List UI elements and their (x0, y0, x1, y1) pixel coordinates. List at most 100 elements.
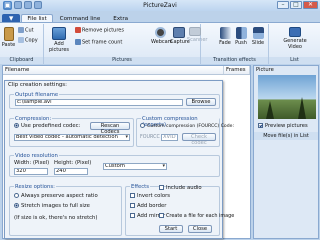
preview-pictures-checkbox[interactable]: Preview pictures (258, 122, 318, 130)
push-icon (235, 27, 247, 39)
copy-label: Copy (25, 37, 38, 44)
radio-icon (14, 203, 19, 208)
window-controls: – □ ✕ (277, 1, 318, 10)
video-resolution-group: Video resolution Width: (Pixel) Height: … (9, 153, 220, 177)
remove-pictures-button[interactable]: Remove pictures (75, 27, 124, 34)
radio-icon (14, 193, 19, 198)
webcam-icon (154, 27, 166, 38)
film-icon (289, 27, 301, 37)
radio-icon (140, 123, 145, 128)
push-button[interactable]: Push (234, 27, 248, 46)
checkbox-icon (130, 193, 135, 198)
push-label: Push (235, 40, 247, 46)
clipboard-icon (3, 27, 14, 41)
compression-title: Compression: (14, 116, 53, 122)
add-pictures-label: Add pictures (48, 41, 70, 53)
list-group-label: List (269, 57, 320, 64)
preserve-aspect-radio[interactable]: Always preserve aspect ratio (14, 193, 98, 199)
add-pictures-icon (52, 27, 66, 40)
preview-image (258, 75, 316, 119)
checkbox-icon (159, 213, 164, 218)
dialog-title: Clip creation settings: (8, 82, 67, 88)
minimize-icon[interactable]: – (277, 1, 289, 9)
clip-settings-dialog: Clip creation settings: Output filename … (4, 80, 234, 239)
cut-button[interactable]: Cut (18, 27, 34, 34)
height-label: Height: (Pixel) (54, 160, 92, 166)
file-each-image-label: Create a file for each image (166, 213, 235, 219)
remove-icon (75, 27, 81, 33)
transition-effects-group: Fade Push Slide Transition effects (201, 24, 269, 64)
include-audio-checkbox[interactable]: Include audio (159, 185, 202, 191)
move-files-label: Move file(s) in List (254, 132, 318, 140)
paste-button[interactable]: Paste (1, 27, 16, 48)
resolution-preset-select[interactable]: Custom (103, 163, 167, 170)
scissors-icon (18, 27, 24, 33)
rescan-codecs-button[interactable]: Rescan Codecs (90, 122, 130, 135)
clipboard-group: Paste Cut Copy Clipboard (0, 24, 44, 64)
radio-icon (14, 123, 19, 128)
output-filename-group: Output filename c:\sample.avi Browse (9, 92, 220, 109)
height-input[interactable]: 240 (54, 168, 88, 175)
invert-colors-label: Invert colors (137, 193, 171, 199)
tree-shape (266, 101, 274, 119)
pictures-group: Add pictures Remove pictures Set frame c… (44, 24, 207, 64)
frame-count-icon (75, 39, 81, 45)
capture-button[interactable]: Capture (170, 27, 190, 45)
transition-effects-group-label: Transition effects (201, 57, 268, 64)
custom-compression-radio[interactable]: Custom compression (FOURCC) Code: (140, 123, 234, 130)
compression-group: Compression: Use predefined codec: Resca… (9, 116, 134, 147)
output-filename-title: Output filename (14, 92, 60, 98)
checkbox-icon (130, 203, 135, 208)
check-codec-button[interactable]: Check codec (182, 133, 216, 146)
use-predefined-radio[interactable]: Use predefined codec: (14, 123, 80, 129)
checkbox-icon (130, 213, 135, 218)
fade-icon (219, 27, 231, 39)
scanner-icon (189, 27, 201, 36)
effects-group: Effects Invert colors Add border Add mir… (125, 184, 234, 236)
set-frame-count-button[interactable]: Set frame count (75, 39, 122, 46)
set-frame-count-label: Set frame count (82, 39, 123, 46)
custom-compression-label: Custom compression (FOURCC) Code: (147, 124, 234, 129)
fourcc-input[interactable]: XVID (161, 134, 178, 141)
picture-panel: Picture Preview pictures Move file(s) in… (253, 65, 319, 239)
start-button[interactable]: Start (159, 225, 183, 233)
add-border-label: Add border (137, 203, 167, 209)
generate-video-button[interactable]: Generate Video (281, 27, 309, 50)
close-button[interactable]: Close (188, 225, 212, 233)
codec-select[interactable]: Best video codec - automatic detection (14, 134, 130, 141)
paste-label: Paste (1, 42, 16, 48)
checkbox-icon (258, 123, 263, 128)
invert-colors-checkbox[interactable]: Invert colors (130, 193, 170, 199)
preserve-aspect-label: Always preserve aspect ratio (21, 193, 98, 199)
file-list-header: Filename Frames (3, 66, 250, 75)
output-filename-input[interactable]: c:\sample.avi (15, 99, 183, 106)
picture-label: Picture (256, 67, 274, 73)
cut-label: Cut (25, 27, 34, 34)
file-each-image-checkbox[interactable]: Create a file for each image (159, 213, 234, 219)
webcam-button[interactable]: Webcam (151, 27, 173, 45)
resize-options-group: Resize options: Always preserve aspect r… (9, 184, 122, 236)
maximize-icon[interactable]: □ (290, 1, 302, 9)
list-group: Generate Video List (269, 24, 320, 64)
stretch-images-radio[interactable]: Stretch images to full size (14, 203, 90, 209)
clipboard-group-label: Clipboard (0, 57, 43, 64)
column-filename[interactable]: Filename (3, 66, 224, 74)
fade-button[interactable]: Fade (218, 27, 232, 46)
column-frames[interactable]: Frames (224, 66, 250, 74)
generate-video-label: Generate Video (283, 38, 307, 50)
tree-shape (298, 97, 306, 119)
width-label: Width: (Pixel) (14, 160, 50, 166)
copy-button[interactable]: Copy (18, 37, 38, 44)
slide-button[interactable]: Slide (250, 27, 266, 46)
custom-compression-group: Custom compression (experts) Custom comp… (136, 116, 234, 147)
resize-note: (If size is ok, there's no stretch) (14, 215, 98, 221)
browse-button[interactable]: Browse (186, 98, 216, 106)
remove-pictures-label: Remove pictures (82, 27, 124, 34)
add-border-checkbox[interactable]: Add border (130, 203, 166, 209)
fourcc-label: FOURCC (140, 135, 160, 140)
effects-title: Effects (130, 184, 151, 190)
add-pictures-button[interactable]: Add pictures (46, 27, 72, 53)
width-input[interactable]: 320 (14, 168, 48, 175)
video-resolution-title: Video resolution (14, 153, 59, 159)
close-icon[interactable]: ✕ (303, 1, 318, 9)
